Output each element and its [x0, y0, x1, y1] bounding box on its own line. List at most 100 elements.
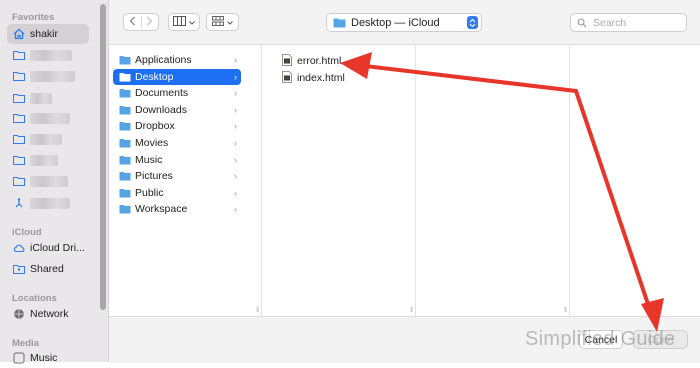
sidebar-item-redacted-3[interactable]: [7, 88, 89, 108]
column-resize-handle[interactable]: ‖: [256, 307, 259, 314]
folder-row[interactable]: Documents ›: [113, 85, 241, 101]
locations-heading: Locations: [12, 293, 57, 304]
folder-label: Music: [135, 153, 163, 166]
location-popup[interactable]: Desktop — iCloud: [326, 13, 482, 32]
sidebar-item-redacted-7[interactable]: [7, 171, 89, 191]
folder-label: Downloads: [135, 103, 187, 116]
redacted-label: [30, 154, 58, 166]
svg-text:<>: <>: [285, 76, 289, 80]
folder-icon: [119, 188, 131, 198]
sidebar-item-redacted-4[interactable]: [7, 108, 89, 128]
sidebar-item-music[interactable]: Music: [7, 348, 89, 368]
file-item-index-html[interactable]: <> index.html: [282, 70, 345, 86]
sidebar: Favorites shakir iCloud iCloud Dri... Sh…: [0, 0, 109, 364]
folder-row[interactable]: Pictures ›: [113, 168, 241, 184]
chevron-right-icon: ›: [234, 104, 237, 115]
folder-label: Applications: [135, 54, 192, 66]
chevron-right-icon: ›: [234, 204, 237, 215]
folder-icon: [13, 112, 25, 124]
html-file-icon: <>: [282, 53, 292, 69]
sidebar-item-label: Shared: [30, 263, 64, 275]
folder-icon: [119, 121, 131, 131]
chevron-down-icon: [227, 16, 233, 28]
folder-label: Documents: [135, 87, 189, 100]
chevron-right-icon: ›: [234, 71, 237, 82]
chevron-right-icon: ›: [234, 88, 237, 99]
sidebar-item-label: shakir: [30, 28, 59, 40]
folder-label: Pictures: [135, 170, 173, 183]
sidebar-item-shared[interactable]: Shared: [7, 259, 89, 279]
folder-row[interactable]: Desktop ›: [113, 68, 241, 85]
sidebar-item-label: Music: [30, 352, 58, 364]
column-resize-handle[interactable]: ‖: [410, 307, 413, 314]
chevron-right-icon: ›: [234, 121, 237, 132]
html-file-icon: <>: [282, 70, 292, 86]
folder-icon: [119, 171, 131, 181]
view-mode-button[interactable]: [168, 13, 200, 31]
sidebar-item-home[interactable]: shakir: [7, 24, 89, 44]
chevron-right-icon[interactable]: [142, 16, 159, 29]
folder-icon: [13, 175, 25, 187]
folder-icon: [119, 55, 131, 65]
folder-icon: [119, 72, 131, 82]
chevron-right-icon: ›: [234, 171, 237, 182]
redacted-label: [30, 70, 75, 82]
back-forward-group: [123, 13, 159, 31]
search-input[interactable]: [591, 15, 675, 30]
shared-folder-icon: [13, 263, 25, 275]
column-empty-1: ‖: [416, 45, 570, 316]
toolbar: Desktop — iCloud: [109, 0, 700, 45]
home-icon: [13, 28, 25, 40]
column-desktop: <> error.html <> index.html ‖: [262, 45, 416, 316]
sidebar-item-redacted-5[interactable]: [7, 129, 89, 149]
redacted-label: [30, 112, 70, 124]
folder-label: Movies: [135, 137, 169, 149]
folder-icon: [119, 105, 131, 115]
sidebar-item-redacted-1[interactable]: [7, 45, 89, 65]
folder-row[interactable]: Public ›: [113, 185, 241, 201]
file-label: error.html: [297, 55, 342, 67]
music-note-icon: [13, 352, 25, 364]
sidebar-item-redacted-8[interactable]: [7, 193, 89, 213]
folder-row[interactable]: Dropbox ›: [113, 118, 241, 134]
sidebar-item-redacted-6[interactable]: [7, 150, 89, 170]
folder-icon: [119, 155, 131, 165]
folder-icon: [13, 49, 25, 61]
sidebar-scrollbar[interactable]: [100, 4, 106, 310]
redacted-label: [30, 92, 52, 104]
column-view-icon: [173, 15, 186, 29]
sidebar-item-label: Network: [30, 308, 69, 320]
watermark: Simplified Guide: [525, 328, 676, 350]
airdrop-icon: [13, 197, 25, 209]
search-icon: [577, 17, 587, 28]
chevron-down-icon: [189, 16, 195, 28]
folder-icon: [13, 70, 25, 82]
file-item-error-html[interactable]: <> error.html: [282, 53, 341, 69]
folder-icon: [13, 92, 25, 104]
group-button[interactable]: [206, 13, 239, 31]
chevron-right-icon: ›: [234, 138, 237, 148]
folder-label: Dropbox: [135, 120, 175, 133]
sidebar-item-redacted-2[interactable]: [7, 66, 89, 86]
folder-icon: [333, 17, 346, 28]
folder-row[interactable]: Workspace ›: [113, 201, 241, 217]
stepper-icon: [467, 16, 478, 29]
location-label: Desktop — iCloud: [351, 16, 440, 29]
folder-icon: [119, 204, 131, 214]
search-field[interactable]: [570, 13, 687, 32]
folder-icon: [119, 138, 131, 148]
folder-row[interactable]: Applications ›: [113, 52, 241, 68]
folder-row[interactable]: Movies ›: [113, 135, 241, 151]
sidebar-item-icloud-drive[interactable]: iCloud Dri...: [7, 238, 89, 258]
folder-label: Desktop: [135, 70, 174, 83]
folder-row[interactable]: Downloads ›: [113, 102, 241, 118]
folder-row[interactable]: Music ›: [113, 152, 241, 168]
favorites-heading: Favorites: [12, 12, 55, 23]
file-label: index.html: [297, 72, 345, 84]
redacted-label: [30, 49, 72, 61]
chevron-left-icon[interactable]: [124, 15, 142, 29]
sidebar-item-network[interactable]: Network: [7, 304, 89, 324]
icloud-heading: iCloud: [12, 227, 42, 238]
column-resize-handle[interactable]: ‖: [564, 307, 567, 314]
redacted-label: [30, 133, 62, 145]
